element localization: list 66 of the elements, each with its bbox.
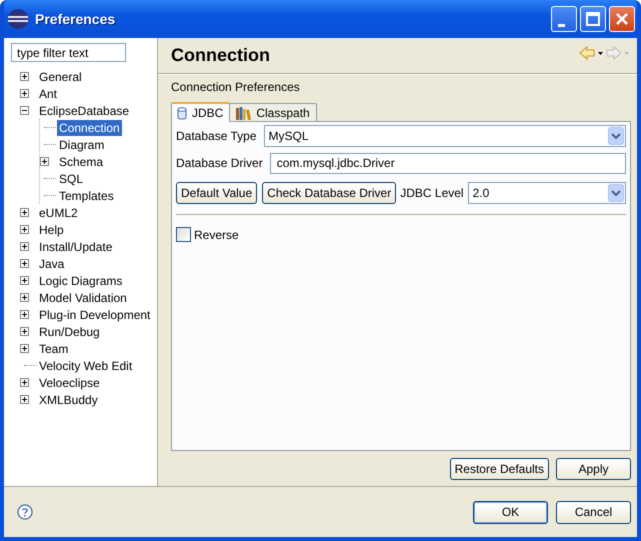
page-description: Connection Preferences <box>171 80 301 96</box>
field-label: Database Driver <box>176 156 263 170</box>
maximize-button[interactable] <box>580 6 606 32</box>
push-button[interactable]: Apply <box>556 458 631 480</box>
tree-item[interactable]: General <box>37 68 84 84</box>
tree-item[interactable]: Ant <box>37 86 60 102</box>
tree-item[interactable]: Run/Debug <box>37 324 102 340</box>
tree-item[interactable]: Help <box>37 222 66 238</box>
push-button[interactable]: Restore Defaults <box>450 458 549 480</box>
expand-icon[interactable] <box>40 157 49 166</box>
field-label: Database Type <box>176 129 257 143</box>
expand-icon[interactable] <box>20 293 29 302</box>
tab[interactable]: JDBC <box>171 102 230 122</box>
tree-item[interactable]: Schema <box>57 154 106 170</box>
push-button[interactable]: Check Database Driver <box>262 182 396 204</box>
expand-icon[interactable] <box>20 72 29 81</box>
expand-icon[interactable] <box>20 259 29 268</box>
close-button[interactable] <box>609 6 635 32</box>
page-title: Connection <box>171 45 270 66</box>
minimize-icon <box>558 24 565 26</box>
expand-icon[interactable] <box>20 208 29 217</box>
collapse-icon[interactable] <box>20 106 29 115</box>
expand-icon[interactable] <box>20 395 29 404</box>
expand-icon[interactable] <box>20 327 29 336</box>
tree-item[interactable]: Connection <box>57 120 122 136</box>
back-button[interactable] <box>579 46 603 60</box>
checkbox[interactable] <box>176 227 191 242</box>
tree-item[interactable]: Logic Diagrams <box>37 272 124 288</box>
filter-field[interactable]: type filter text <box>11 43 126 62</box>
cylinder-icon <box>177 106 187 120</box>
tree-item[interactable]: eUML2 <box>37 204 80 220</box>
books-icon <box>235 106 252 120</box>
tree-item[interactable]: Java <box>37 256 66 272</box>
tree-item[interactable]: Velocity Web Edit <box>37 358 134 374</box>
tree-item[interactable]: Templates <box>57 188 116 204</box>
checkbox-label: Reverse <box>194 228 239 242</box>
jdbc-level-dropdown[interactable]: 2.0 <box>468 182 626 204</box>
expand-icon[interactable] <box>20 89 29 98</box>
tree-item[interactable]: XMLBuddy <box>37 392 100 408</box>
expand-icon[interactable] <box>20 276 29 285</box>
expand-icon[interactable] <box>20 378 29 387</box>
minimize-button[interactable] <box>551 6 577 32</box>
database-type-dropdown[interactable]: MySQL <box>264 125 626 147</box>
expand-icon[interactable] <box>20 225 29 234</box>
tree-item[interactable]: Veloeclipse <box>37 374 102 390</box>
tree-item[interactable]: Install/Update <box>37 238 114 254</box>
help-icon[interactable] <box>17 504 33 520</box>
app-logo-icon <box>7 8 29 30</box>
tab[interactable]: Classpath <box>229 103 317 121</box>
window-title: Preferences <box>35 11 116 27</box>
tree-item[interactable]: Model Validation <box>37 290 129 306</box>
expand-icon[interactable] <box>20 310 29 319</box>
close-icon <box>615 12 629 26</box>
tree-item[interactable]: Team <box>37 340 70 356</box>
expand-icon[interactable] <box>20 242 29 251</box>
database-driver-field[interactable]: com.mysql.jdbc.Driver <box>270 152 626 174</box>
expand-icon[interactable] <box>20 344 29 353</box>
tree-item[interactable]: Plug-in Development <box>37 306 152 322</box>
push-button[interactable]: Cancel <box>556 500 631 524</box>
tree-item[interactable]: EclipseDatabase <box>37 102 132 118</box>
tree-item[interactable]: Diagram <box>57 136 106 152</box>
push-button[interactable]: Default Value <box>176 182 258 204</box>
maximize-icon <box>586 12 600 26</box>
push-button[interactable]: OK <box>473 500 548 524</box>
field-label: JDBC Level <box>400 186 464 200</box>
tree-item[interactable]: SQL <box>57 170 86 186</box>
